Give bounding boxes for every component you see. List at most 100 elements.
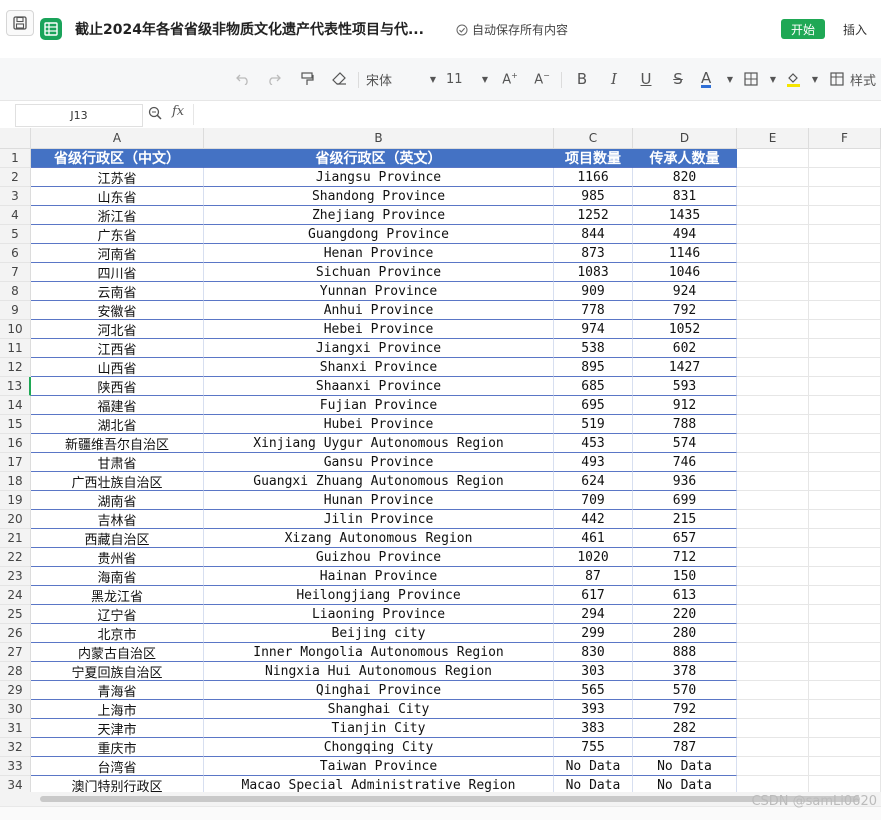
empty-cell[interactable] <box>809 339 881 358</box>
table-cell[interactable]: Zhejiang Province <box>204 206 554 225</box>
format-painter-button[interactable] <box>298 70 316 88</box>
font-color-button[interactable]: A ▼ <box>701 70 733 88</box>
table-cell[interactable]: 936 <box>633 472 737 491</box>
function-label[interactable]: fx <box>172 104 184 119</box>
table-cell[interactable]: 甘肃省 <box>31 453 204 472</box>
empty-cell[interactable] <box>809 719 881 738</box>
table-cell[interactable]: Henan Province <box>204 244 554 263</box>
empty-cell[interactable] <box>809 662 881 681</box>
table-cell[interactable]: 1435 <box>633 206 737 225</box>
document-title[interactable]: 截止2024年各省省级非物质文化遗产代表性项目与代... <box>75 19 424 39</box>
select-all-corner[interactable] <box>0 128 31 149</box>
row-header[interactable]: 22 <box>0 548 31 567</box>
table-cell[interactable]: 广西壮族自治区 <box>31 472 204 491</box>
table-cell[interactable]: 699 <box>633 491 737 510</box>
table-cell[interactable]: 494 <box>633 225 737 244</box>
empty-cell[interactable] <box>737 529 809 548</box>
table-cell[interactable]: Shanghai City <box>204 700 554 719</box>
row-header[interactable]: 12 <box>0 358 31 377</box>
table-cell[interactable]: 602 <box>633 339 737 358</box>
zoom-search-icon[interactable] <box>148 106 162 124</box>
empty-cell[interactable] <box>809 776 881 792</box>
table-cell[interactable]: 内蒙古自治区 <box>31 643 204 662</box>
table-cell[interactable]: 广东省 <box>31 225 204 244</box>
row-header[interactable]: 32 <box>0 738 31 757</box>
table-cell[interactable]: Heilongjiang Province <box>204 586 554 605</box>
table-cell[interactable]: 280 <box>633 624 737 643</box>
table-cell[interactable]: 重庆市 <box>31 738 204 757</box>
empty-cell[interactable] <box>737 415 809 434</box>
table-cell[interactable]: 617 <box>554 586 633 605</box>
empty-cell[interactable] <box>737 700 809 719</box>
table-cell[interactable]: 282 <box>633 719 737 738</box>
undo-button[interactable] <box>234 70 252 88</box>
table-cell[interactable]: 712 <box>633 548 737 567</box>
empty-cell[interactable] <box>737 377 809 396</box>
row-header[interactable]: 27 <box>0 643 31 662</box>
table-cell[interactable]: Liaoning Province <box>204 605 554 624</box>
table-cell[interactable]: Sichuan Province <box>204 263 554 282</box>
table-cell[interactable]: 1020 <box>554 548 633 567</box>
table-cell[interactable]: 909 <box>554 282 633 301</box>
empty-cell[interactable] <box>809 624 881 643</box>
table-cell[interactable]: Guizhou Province <box>204 548 554 567</box>
table-cell[interactable]: 746 <box>633 453 737 472</box>
empty-cell[interactable] <box>737 453 809 472</box>
table-cell[interactable]: 上海市 <box>31 700 204 719</box>
table-cell[interactable]: 新疆维吾尔自治区 <box>31 434 204 453</box>
bold-button[interactable]: B <box>573 70 591 88</box>
table-cell[interactable]: 888 <box>633 643 737 662</box>
empty-cell[interactable] <box>809 681 881 700</box>
empty-cell[interactable] <box>737 244 809 263</box>
table-cell[interactable]: Guangxi Zhuang Autonomous Region <box>204 472 554 491</box>
table-cell[interactable]: 河北省 <box>31 320 204 339</box>
table-cell[interactable]: No Data <box>554 757 633 776</box>
table-cell[interactable]: Jilin Province <box>204 510 554 529</box>
table-cell[interactable]: 299 <box>554 624 633 643</box>
table-cell[interactable]: 895 <box>554 358 633 377</box>
empty-cell[interactable] <box>809 472 881 491</box>
table-cell[interactable]: 陕西省 <box>31 377 204 396</box>
table-cell[interactable]: Guangdong Province <box>204 225 554 244</box>
table-cell[interactable]: 709 <box>554 491 633 510</box>
table-cell[interactable]: 1146 <box>633 244 737 263</box>
row-header[interactable]: 31 <box>0 719 31 738</box>
table-cell[interactable]: Ningxia Hui Autonomous Region <box>204 662 554 681</box>
empty-cell[interactable] <box>737 396 809 415</box>
empty-cell[interactable] <box>809 282 881 301</box>
empty-cell[interactable] <box>737 510 809 529</box>
empty-cell[interactable] <box>737 643 809 662</box>
empty-cell[interactable] <box>737 187 809 206</box>
empty-cell[interactable] <box>809 358 881 377</box>
row-header[interactable]: 6 <box>0 244 31 263</box>
empty-cell[interactable] <box>737 776 809 792</box>
empty-cell[interactable] <box>809 605 881 624</box>
borders-button[interactable]: ▼ <box>744 70 776 88</box>
row-header[interactable]: 17 <box>0 453 31 472</box>
table-cell[interactable]: 天津市 <box>31 719 204 738</box>
row-header[interactable]: 4 <box>0 206 31 225</box>
table-cell[interactable]: 1166 <box>554 168 633 187</box>
table-cell[interactable]: 538 <box>554 339 633 358</box>
table-cell[interactable]: 613 <box>633 586 737 605</box>
empty-cell[interactable] <box>809 415 881 434</box>
empty-cell[interactable] <box>737 206 809 225</box>
row-header[interactable]: 23 <box>0 567 31 586</box>
row-header[interactable]: 10 <box>0 320 31 339</box>
table-cell[interactable]: 493 <box>554 453 633 472</box>
table-cell[interactable]: 宁夏回族自治区 <box>31 662 204 681</box>
row-header[interactable]: 15 <box>0 415 31 434</box>
horizontal-scrollbar[interactable] <box>0 792 881 806</box>
empty-cell[interactable] <box>809 548 881 567</box>
empty-cell[interactable] <box>737 548 809 567</box>
empty-cell[interactable] <box>737 738 809 757</box>
empty-cell[interactable] <box>737 301 809 320</box>
cell-styles-button[interactable]: 样式 <box>830 70 876 89</box>
table-cell[interactable]: Hubei Province <box>204 415 554 434</box>
table-cell[interactable]: 755 <box>554 738 633 757</box>
column-header-f[interactable]: F <box>809 128 881 149</box>
row-header[interactable]: 29 <box>0 681 31 700</box>
empty-cell[interactable] <box>809 149 881 168</box>
table-cell[interactable]: Inner Mongolia Autonomous Region <box>204 643 554 662</box>
row-header[interactable]: 3 <box>0 187 31 206</box>
